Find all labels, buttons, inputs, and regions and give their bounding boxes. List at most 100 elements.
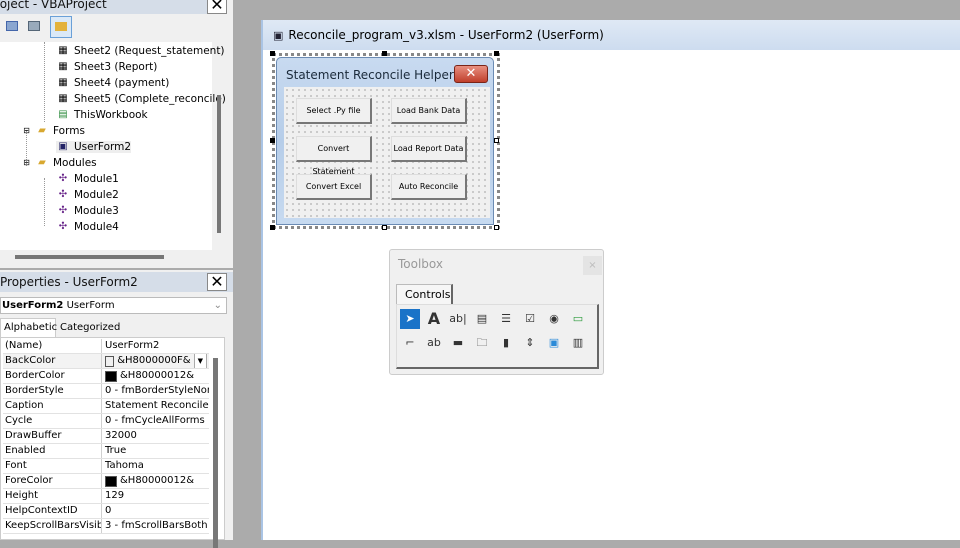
property-row[interactable]: HelpContextID 0: [3, 504, 209, 519]
tab-controls[interactable]: Controls: [396, 284, 453, 305]
tabstrip-icon[interactable]: ▬: [448, 333, 468, 353]
property-row[interactable]: Enabled True: [3, 444, 209, 459]
tree-item-modules[interactable]: ⊟ ▰ Modules: [22, 157, 97, 169]
tree-item-module3[interactable]: ✣ Module3: [56, 205, 119, 217]
property-value[interactable]: 32000: [102, 429, 209, 443]
togglebutton-icon[interactable]: ▭: [568, 309, 588, 329]
commandbutton-icon[interactable]: ab: [424, 333, 444, 353]
toggle-folders-button[interactable]: [50, 16, 72, 38]
tab-alphabetic[interactable]: Alphabetic: [0, 318, 57, 337]
toolbox-close-button[interactable]: ×: [583, 256, 602, 275]
sheet-icon: ▦: [58, 45, 68, 56]
property-row[interactable]: BorderColor &H80000012&: [3, 369, 209, 384]
designer-titlebar: ▣ Reconcile_program_v3.xlsm - UserForm2 …: [263, 20, 960, 50]
property-name: BorderColor: [3, 369, 102, 383]
tree-item-sheet3[interactable]: ▦ Sheet3 (Report): [56, 61, 157, 73]
controls-panel: ➤ Aab| ▤ ☰ ☑ ◉ ▭ ⌐ ab ▬ 🗀 ▮ ⇕ ▣ ▥: [396, 304, 599, 369]
textbox-icon[interactable]: ab|: [448, 309, 468, 329]
multipage-icon[interactable]: 🗀: [472, 333, 492, 353]
property-row[interactable]: Height 129: [3, 489, 209, 504]
property-value[interactable]: True: [102, 444, 209, 458]
frame-icon[interactable]: ⌐: [400, 333, 420, 353]
properties-grid: (Name) UserForm2 BackColor &H8000000F& ▼ Bord…: [0, 337, 225, 548]
property-value[interactable]: UserForm2: [102, 339, 209, 353]
project-panel: Project - VBAProject ✕ ▦Sheet2 (Request_…: [0, 0, 233, 268]
color-swatch: [105, 475, 117, 487]
property-name: ForeColor: [3, 474, 102, 488]
tree-horizontal-scrollbar[interactable]: [15, 255, 164, 259]
designer-window: ▣ Reconcile_program_v3.xlsm - UserForm2 …: [261, 20, 960, 540]
dropdown-arrow-icon[interactable]: ▼: [193, 354, 207, 368]
collapse-icon[interactable]: ⊟: [22, 157, 31, 169]
listbox-icon[interactable]: ☰: [496, 309, 516, 329]
property-row[interactable]: DrawBuffer 32000: [3, 429, 209, 444]
property-value[interactable]: Statement Reconcile H: [102, 399, 209, 413]
folder-icon: ▰: [38, 125, 46, 136]
tree-item-userform2[interactable]: ▣ UserForm2: [56, 141, 132, 153]
scrollbar-icon[interactable]: ▮: [496, 333, 516, 353]
userform-icon: ▣: [273, 28, 284, 42]
property-value[interactable]: 3 - fmScrollBarsBoth: [102, 519, 209, 533]
workbook-icon: ▤: [58, 109, 68, 120]
module-icon: ✣: [58, 205, 68, 216]
property-row[interactable]: BackColor &H8000000F& ▼: [3, 354, 209, 369]
view-object-button[interactable]: [28, 21, 40, 31]
convert-excel-button[interactable]: Convert Excel: [296, 174, 372, 200]
property-row[interactable]: ForeColor &H80000012&: [3, 474, 209, 489]
property-row[interactable]: Caption Statement Reconcile H: [3, 399, 209, 414]
label-icon[interactable]: A: [424, 309, 444, 329]
folder-icon: ▰: [38, 157, 46, 168]
tree-item-module1[interactable]: ✣ Module1: [56, 173, 119, 185]
load-report-data-button[interactable]: Load Report Data: [391, 136, 467, 162]
tree-item-sheet5[interactable]: ▦ Sheet5 (Complete_reconcile): [56, 93, 226, 105]
tree-item-module4[interactable]: ✣ Module4: [56, 221, 119, 233]
tree-vertical-scrollbar[interactable]: [217, 95, 221, 233]
property-name: BackColor: [3, 354, 102, 368]
tree-item-sheet2[interactable]: ▦ Sheet2 (Request_statement): [56, 45, 224, 57]
image-icon[interactable]: ▣: [544, 333, 564, 353]
userform[interactable]: Statement Reconcile Helper ✕ Select .Py …: [276, 57, 494, 225]
property-row[interactable]: Cycle 0 - fmCycleAllForms: [3, 414, 209, 429]
collapse-icon[interactable]: ⊟: [22, 125, 31, 137]
sheet-icon: ▦: [58, 77, 68, 88]
property-value[interactable]: &H80000012&: [102, 474, 209, 488]
property-name: Cycle: [3, 414, 102, 428]
property-value[interactable]: &H8000000F& ▼: [102, 354, 209, 368]
tab-categorized[interactable]: Categorized: [57, 320, 123, 337]
property-value[interactable]: 0 - fmBorderStyleNone: [102, 384, 209, 398]
view-code-button[interactable]: [6, 21, 18, 31]
property-name: Height: [3, 489, 102, 503]
property-value[interactable]: 0: [102, 504, 209, 518]
select-objects-icon[interactable]: ➤: [400, 309, 420, 329]
property-row[interactable]: KeepScrollBarsVisible 3 - fmScrollBarsBot…: [3, 519, 209, 534]
object-selector[interactable]: UserForm2 UserForm ⌄: [0, 297, 227, 314]
combobox-icon[interactable]: ▤: [472, 309, 492, 329]
tree-item-thisworkbook[interactable]: ▤ ThisWorkbook: [56, 109, 147, 121]
optionbutton-icon[interactable]: ◉: [544, 309, 564, 329]
tree-item-forms[interactable]: ⊟ ▰ Forms: [22, 125, 85, 137]
refedit-icon[interactable]: ▥: [568, 333, 588, 353]
property-row[interactable]: (Name) UserForm2: [3, 339, 209, 354]
tree-item-sheet4[interactable]: ▦ Sheet4 (payment): [56, 77, 169, 89]
tree-item-module2[interactable]: ✣ Module2: [56, 189, 119, 201]
property-row[interactable]: BorderStyle 0 - fmBorderStyleNone: [3, 384, 209, 399]
properties-close-button[interactable]: ✕: [207, 273, 227, 291]
spinbutton-icon[interactable]: ⇕: [520, 333, 540, 353]
property-name: DrawBuffer: [3, 429, 102, 443]
property-row[interactable]: Font Tahoma: [3, 459, 209, 474]
convert-statement-button[interactable]: Convert Statement: [296, 136, 372, 176]
load-bank-data-button[interactable]: Load Bank Data: [391, 98, 467, 124]
project-close-button[interactable]: ✕: [207, 0, 227, 14]
form-client-area: Select .Py file Load Bank Data Convert S…: [284, 87, 490, 218]
property-value[interactable]: 0 - fmCycleAllForms: [102, 414, 209, 428]
form-close-button[interactable]: ✕: [454, 65, 488, 83]
toolbox-window: Toolbox × Controls ➤ Aab| ▤ ☰ ☑ ◉ ▭ ⌐ ab ▬ 🗀 ▮ ⇕ ▣ ▥: [389, 249, 604, 375]
auto-reconcile-button[interactable]: Auto Reconcile: [391, 174, 467, 200]
property-value[interactable]: &H80000012&: [102, 369, 209, 383]
properties-scrollbar[interactable]: [213, 358, 218, 548]
checkbox-icon[interactable]: ☑: [520, 309, 540, 329]
property-value[interactable]: 129: [102, 489, 209, 503]
property-value[interactable]: Tahoma: [102, 459, 209, 473]
properties-panel: Properties - UserForm2 ✕ UserForm2 UserF…: [0, 270, 233, 548]
select-py-file-button[interactable]: Select .Py file: [296, 98, 372, 124]
